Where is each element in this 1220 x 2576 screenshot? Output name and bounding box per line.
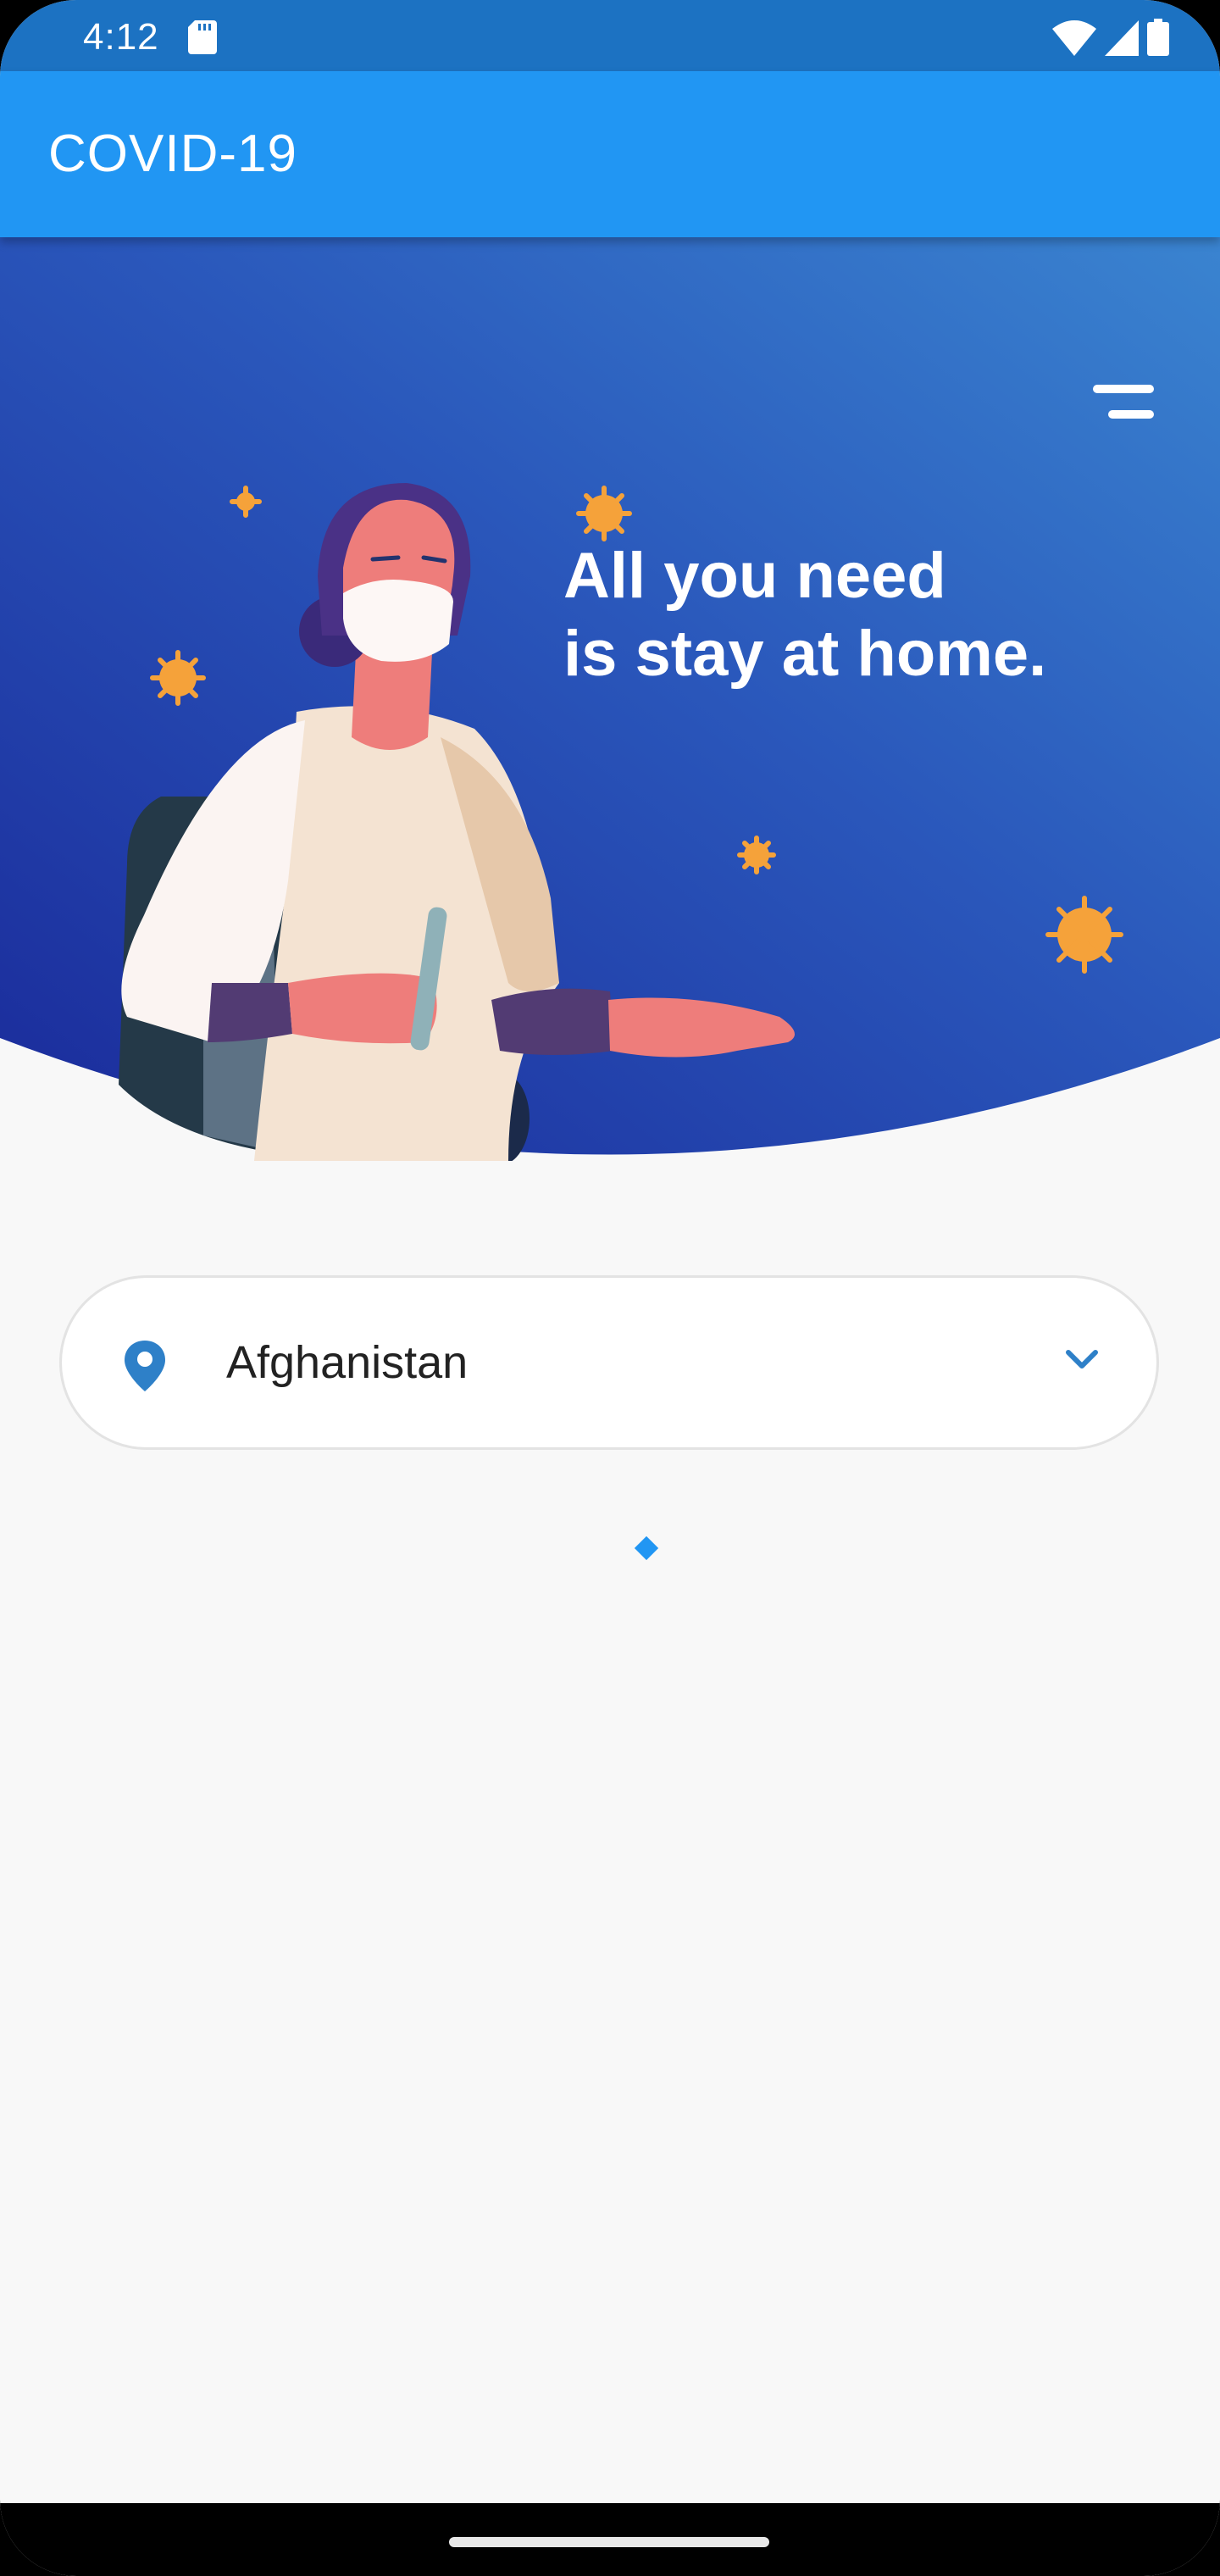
navigation-bar — [0, 2503, 1220, 2576]
wifi-icon — [1052, 20, 1096, 56]
loading-indicator — [634, 1535, 659, 1561]
country-dropdown[interactable]: Afghanistan — [59, 1275, 1159, 1450]
home-gesture-handle[interactable] — [449, 2537, 769, 2547]
hero-headline: All you need is stay at home. — [563, 537, 1046, 693]
hero-banner: All you need is stay at home. — [0, 237, 1220, 1161]
app-title: COVID-19 — [48, 125, 297, 183]
screen: 4:12 COVID-19 All you need is stay at ho… — [0, 0, 1220, 2576]
app-bar: COVID-19 — [0, 71, 1220, 237]
location-pin-icon — [125, 1341, 165, 1391]
status-time: 4:12 — [83, 16, 159, 58]
battery-icon — [1147, 19, 1169, 56]
hero-headline-line-1: All you need — [563, 540, 946, 612]
status-icons — [1052, 19, 1169, 56]
selected-country: Afghanistan — [226, 1337, 469, 1388]
signal-icon — [1105, 20, 1139, 56]
hero-background — [0, 237, 1220, 1161]
status-bar: 4:12 — [0, 0, 1220, 71]
sd-card-icon — [188, 20, 217, 54]
chevron-down-icon — [1066, 1350, 1098, 1368]
menu-icon[interactable] — [1084, 373, 1161, 432]
hero-headline-line-2: is stay at home. — [563, 618, 1047, 690]
